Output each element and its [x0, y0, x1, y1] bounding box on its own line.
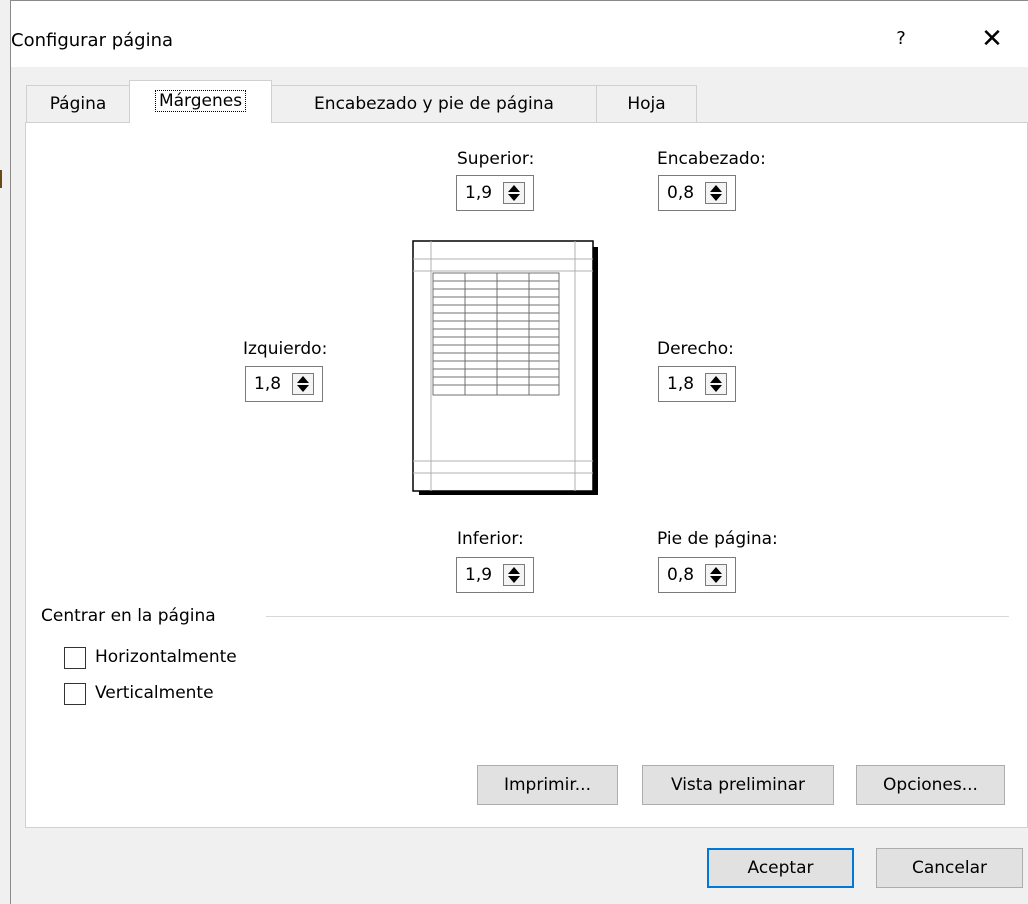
left-margin-value[interactable]: 1,8 — [254, 374, 281, 394]
tab-panel-margenes: Superior: 1,9 Encabezado: 0,8 Izquierdo:… — [25, 122, 1028, 828]
spinner-arrows-icon[interactable] — [292, 373, 314, 395]
vertical-checkbox[interactable] — [64, 683, 86, 705]
preview-button[interactable]: Vista preliminar — [642, 765, 834, 805]
footer-margin-spinner[interactable]: 0,8 — [658, 557, 736, 593]
bottom-margin-spinner[interactable]: 1,9 — [456, 557, 534, 593]
spinner-arrows-icon[interactable] — [705, 182, 727, 204]
left-margin-label: Izquierdo: — [243, 339, 328, 359]
cancel-button[interactable]: Cancelar — [876, 848, 1023, 888]
tab-label: Hoja — [627, 94, 666, 114]
tab-label: Márgenes — [154, 90, 247, 112]
top-margin-value[interactable]: 1,9 — [465, 183, 492, 203]
right-margin-spinner[interactable]: 1,8 — [658, 366, 736, 402]
header-margin-label: Encabezado: — [657, 149, 766, 169]
tab-encabezado-pie[interactable]: Encabezado y pie de página — [271, 85, 597, 122]
tab-label: Página — [49, 94, 107, 114]
top-margin-spinner[interactable]: 1,9 — [456, 175, 534, 211]
group-separator — [266, 616, 1009, 617]
tab-hoja[interactable]: Hoja — [596, 85, 697, 122]
options-button[interactable]: Opciones... — [856, 765, 1005, 805]
ok-button[interactable]: Aceptar — [707, 848, 854, 888]
header-margin-spinner[interactable]: 0,8 — [658, 175, 736, 211]
page-preview-icon — [412, 240, 598, 495]
bottom-margin-label: Inferior: — [457, 529, 524, 549]
horizontal-checkbox[interactable] — [64, 647, 86, 669]
tab-pagina[interactable]: Página — [26, 85, 130, 122]
spinner-arrows-icon[interactable] — [503, 564, 525, 586]
bottom-margin-value[interactable]: 1,9 — [465, 565, 492, 585]
window-left-border — [10, 0, 11, 904]
dialog-title: Configurar página — [11, 30, 174, 51]
tab-margenes[interactable]: Márgenes — [129, 80, 272, 123]
left-margin-spinner[interactable]: 1,8 — [245, 366, 323, 402]
center-group-label: Centrar en la página — [41, 606, 216, 626]
top-margin-label: Superior: — [457, 149, 535, 169]
horizontal-checkbox-label[interactable]: Horizontalmente — [95, 647, 237, 667]
close-icon[interactable]: ✕ — [972, 22, 1012, 56]
header-margin-value[interactable]: 0,8 — [667, 183, 694, 203]
help-button[interactable]: ? — [888, 24, 914, 54]
print-button[interactable]: Imprimir... — [477, 765, 618, 805]
spinner-arrows-icon[interactable] — [705, 564, 727, 586]
vertical-checkbox-label[interactable]: Verticalmente — [95, 683, 214, 703]
background-fragment — [0, 170, 2, 188]
right-margin-label: Derecho: — [657, 339, 734, 359]
right-margin-value[interactable]: 1,8 — [667, 374, 694, 394]
footer-margin-value[interactable]: 0,8 — [667, 565, 694, 585]
spinner-arrows-icon[interactable] — [503, 182, 525, 204]
spinner-arrows-icon[interactable] — [705, 373, 727, 395]
tab-label: Encabezado y pie de página — [314, 94, 554, 114]
footer-margin-label: Pie de página: — [657, 529, 778, 549]
